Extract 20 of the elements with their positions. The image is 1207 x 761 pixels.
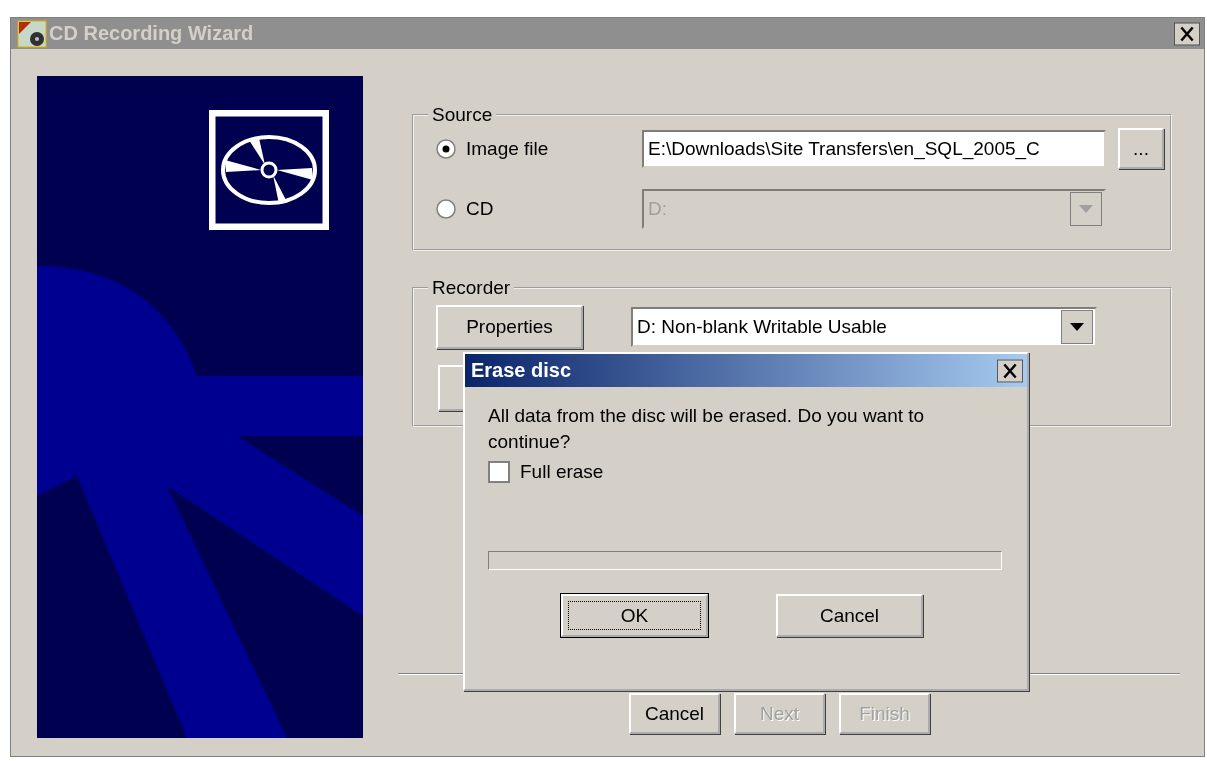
group-label: Source: [431, 104, 494, 126]
dialog-title: Erase disc: [471, 359, 573, 382]
radio-label[interactable]: CD: [466, 198, 494, 220]
checkbox-label[interactable]: Full erase: [520, 461, 604, 483]
recorder-dropdown[interactable]: D: Non-blank Writable Usable: [631, 307, 1097, 347]
dialog-button[interactable]: Cancel: [776, 594, 923, 637]
window-title: CD Recording Wizard: [49, 22, 255, 45]
radio-button[interactable]: [436, 138, 456, 159]
group-label: Recorder: [431, 277, 512, 299]
image-path-field[interactable]: E:\Downloads\Site Transfers\en_SQL_2005_C: [642, 129, 1106, 168]
radio-button[interactable]: [436, 199, 456, 219]
browse-button[interactable]: ...: [1118, 128, 1164, 169]
dialog-button[interactable]: OK: [561, 594, 708, 637]
wizard-button[interactable]: Cancel: [629, 693, 720, 734]
radio-label[interactable]: Image file: [466, 137, 549, 160]
dialog-message: All data from the disc will be erased. Do you want to continue?: [488, 404, 926, 454]
properties-button[interactable]: Properties: [436, 305, 583, 349]
checkbox[interactable]: [488, 461, 510, 483]
close-button[interactable]: [1174, 21, 1200, 46]
dialog-close-button[interactable]: [997, 358, 1023, 383]
